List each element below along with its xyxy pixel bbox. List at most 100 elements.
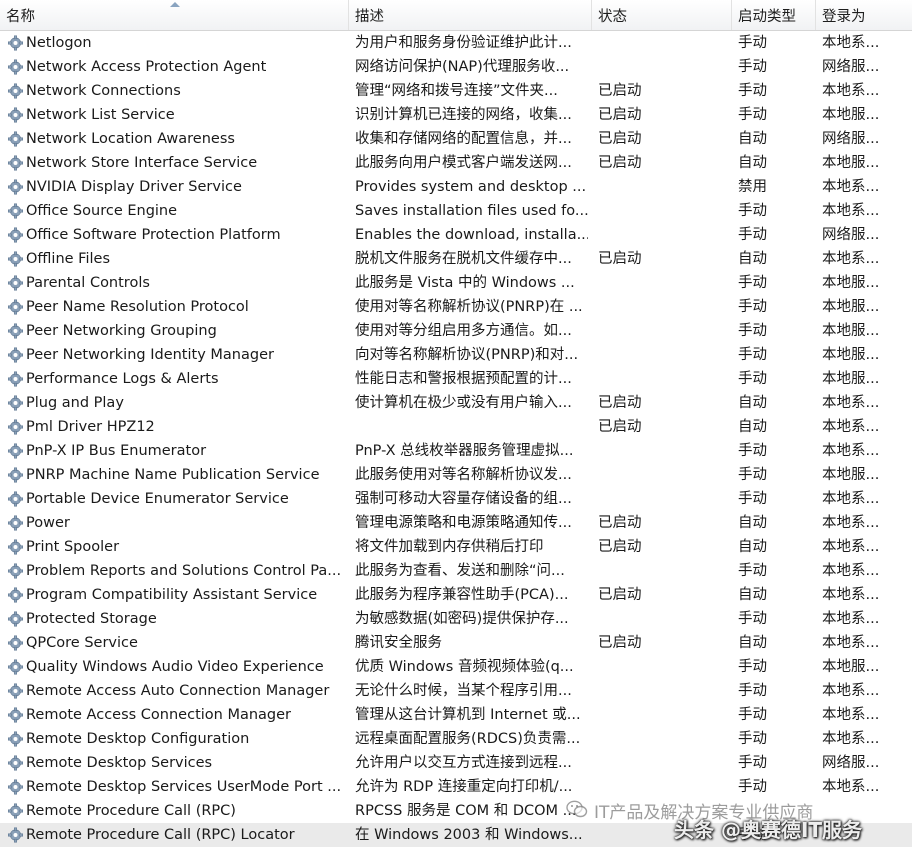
- table-row[interactable]: Peer Networking Grouping 使用对等分组启用多方通信。如..…: [0, 319, 912, 343]
- table-row[interactable]: Program Compatibility Assistant Service 此…: [0, 583, 912, 607]
- service-status: [598, 655, 728, 679]
- gear-icon: [7, 371, 24, 387]
- service-startup-type: 手动: [738, 227, 767, 243]
- table-row[interactable]: Remote Desktop Services UserMode Port ..…: [0, 775, 912, 799]
- service-name: Quality Windows Audio Video Experience: [26, 659, 324, 675]
- service-startup-type: 手动: [738, 707, 767, 723]
- service-description: 允许用户以交互方式连接到远程...: [355, 755, 572, 771]
- column-header-logon-as[interactable]: 登录为: [816, 0, 912, 30]
- service-status: 已启动: [598, 131, 642, 147]
- service-description: Saves installation files used fo...: [355, 203, 588, 219]
- table-row[interactable]: Print Spooler 将文件加载到内存供稍后打印 已启动 自动 本地系...: [0, 535, 912, 559]
- table-row[interactable]: Plug and Play 使计算机在极少或没有用户输入... 已启动 自动 本地系..…: [0, 391, 912, 415]
- service-status: 已启动: [598, 83, 642, 99]
- table-row[interactable]: Remote Procedure Call (RPC) RPCSS 服务是 COM…: [0, 799, 912, 823]
- table-row[interactable]: Problem Reports and Solutions Control Pa…: [0, 559, 912, 583]
- table-row[interactable]: Remote Procedure Call (RPC) Locator 在 Win…: [0, 823, 912, 847]
- service-name: Remote Access Auto Connection Manager: [26, 683, 330, 699]
- service-description: 性能日志和警报根据预配置的计...: [355, 371, 572, 387]
- service-status: 已启动: [598, 515, 642, 531]
- gear-icon: [7, 275, 24, 291]
- gear-icon: [7, 107, 24, 123]
- gear-icon: [7, 59, 24, 75]
- table-row[interactable]: NVIDIA Display Driver Service Provides sy…: [0, 175, 912, 199]
- table-row[interactable]: Peer Name Resolution Protocol 使用对等名称解析协议(…: [0, 295, 912, 319]
- table-row[interactable]: Remote Access Connection Manager 管理从这台计算机…: [0, 703, 912, 727]
- table-row[interactable]: Network Connections 管理“网络和拨号连接”文件夹... 已启动 手…: [0, 79, 912, 103]
- service-description: 管理“网络和拨号连接”文件夹...: [355, 83, 558, 99]
- service-status: [598, 727, 728, 751]
- gear-icon: [7, 515, 24, 531]
- service-startup-type: 手动: [738, 731, 767, 747]
- service-startup-type: 手动: [738, 371, 767, 387]
- service-status: [598, 55, 728, 79]
- table-row[interactable]: Quality Windows Audio Video Experience 优质…: [0, 655, 912, 679]
- gear-icon: [7, 203, 24, 219]
- service-name: Peer Name Resolution Protocol: [26, 299, 249, 315]
- service-status: 已启动: [598, 587, 642, 603]
- column-header-bar: 名称 描述 状态 启动类型 登录为: [0, 0, 912, 31]
- table-row[interactable]: Remote Access Auto Connection Manager 无论什…: [0, 679, 912, 703]
- gear-icon: [7, 563, 24, 579]
- table-row[interactable]: Portable Device Enumerator Service 强制可移动大…: [0, 487, 912, 511]
- gear-icon: [7, 299, 24, 315]
- table-row[interactable]: Network Access Protection Agent 网络访问保护(NA…: [0, 55, 912, 79]
- table-row[interactable]: Office Source Engine Saves installation f…: [0, 199, 912, 223]
- service-description: PnP-X 总线枚举器服务管理虚拟...: [355, 443, 574, 459]
- table-row[interactable]: Remote Desktop Services 允许用户以交互方式连接到远程...…: [0, 751, 912, 775]
- table-row[interactable]: Peer Networking Identity Manager 向对等名称解析协…: [0, 343, 912, 367]
- service-name: Print Spooler: [26, 539, 120, 555]
- gear-icon: [7, 227, 24, 243]
- service-description: 收集和存储网络的配置信息，并...: [355, 131, 572, 147]
- table-row[interactable]: Network List Service 识别计算机已连接的网络，收集... 已启动…: [0, 103, 912, 127]
- gear-icon: [7, 779, 24, 795]
- table-row[interactable]: Office Software Protection Platform Enabl…: [0, 223, 912, 247]
- service-startup-type: 手动: [738, 755, 767, 771]
- table-row[interactable]: Network Store Interface Service 此服务向用户模式客…: [0, 151, 912, 175]
- service-name: Network Store Interface Service: [26, 155, 258, 171]
- service-description: 此服务使用对等名称解析协议发...: [355, 467, 572, 483]
- table-row[interactable]: Performance Logs & Alerts 性能日志和警报根据预配置的计.…: [0, 367, 912, 391]
- service-logon-as: 网络服...: [822, 131, 880, 147]
- table-row[interactable]: Remote Desktop Configuration 远程桌面配置服务(RDC…: [0, 727, 912, 751]
- service-startup-type: 手动: [738, 299, 767, 315]
- table-row[interactable]: Network Location Awareness 收集和存储网络的配置信息，并…: [0, 127, 912, 151]
- table-row[interactable]: Parental Controls 此服务是 Vista 中的 Windows .…: [0, 271, 912, 295]
- service-name: PNRP Machine Name Publication Service: [26, 467, 320, 483]
- service-logon-as: 本地系...: [822, 779, 880, 795]
- service-logon-as: 本地系...: [822, 395, 880, 411]
- column-header-description-label: 描述: [355, 9, 384, 25]
- column-header-status[interactable]: 状态: [592, 0, 732, 30]
- service-description: 使用对等名称解析协议(PNRP)在 ...: [355, 299, 583, 315]
- column-header-startup-type[interactable]: 启动类型: [732, 0, 816, 30]
- table-row[interactable]: QPCore Service 腾讯安全服务 已启动 自动 本地系...: [0, 631, 912, 655]
- table-row[interactable]: Protected Storage 为敏感数据(如密码)提供保护存... 手动 本地系…: [0, 607, 912, 631]
- service-name: Peer Networking Identity Manager: [26, 347, 274, 363]
- gear-icon: [7, 419, 24, 435]
- table-row[interactable]: Netlogon 为用户和服务身份验证维护此计... 手动 本地系...: [0, 31, 912, 55]
- service-status: [598, 799, 728, 823]
- service-description: 此服务为查看、发送和删除“问...: [355, 563, 565, 579]
- service-status: [598, 751, 728, 775]
- service-description: 管理从这台计算机到 Internet 或...: [355, 707, 581, 723]
- table-row[interactable]: Power 管理电源策略和电源策略通知传... 已启动 自动 本地系...: [0, 511, 912, 535]
- service-description: 为敏感数据(如密码)提供保护存...: [355, 611, 569, 627]
- service-logon-as: 本地服...: [822, 275, 880, 291]
- table-row[interactable]: PnP-X IP Bus Enumerator PnP-X 总线枚举器服务管理虚拟…: [0, 439, 912, 463]
- service-logon-as: 网络服...: [822, 227, 880, 243]
- table-row[interactable]: Offline Files 脱机文件服务在脱机文件缓存中... 已启动 自动 本地系..…: [0, 247, 912, 271]
- column-header-description[interactable]: 描述: [349, 0, 592, 30]
- gear-icon: [7, 755, 24, 771]
- service-logon-as: 本地系...: [822, 35, 880, 51]
- service-logon-as: 本地系...: [822, 83, 880, 99]
- column-header-name[interactable]: 名称: [0, 0, 349, 30]
- service-description: 无论什么时候，当某个程序引用...: [355, 683, 572, 699]
- service-description: 使用对等分组启用多方通信。如...: [355, 323, 572, 339]
- table-row[interactable]: Pml Driver HPZ12 已启动 自动 本地系...: [0, 415, 912, 439]
- service-logon-as: 本地服...: [822, 107, 880, 123]
- service-name: Network Connections: [26, 83, 181, 99]
- table-row[interactable]: PNRP Machine Name Publication Service 此服务…: [0, 463, 912, 487]
- column-header-name-label: 名称: [6, 9, 35, 25]
- gear-icon: [7, 635, 24, 651]
- service-name: Pml Driver HPZ12: [26, 419, 155, 435]
